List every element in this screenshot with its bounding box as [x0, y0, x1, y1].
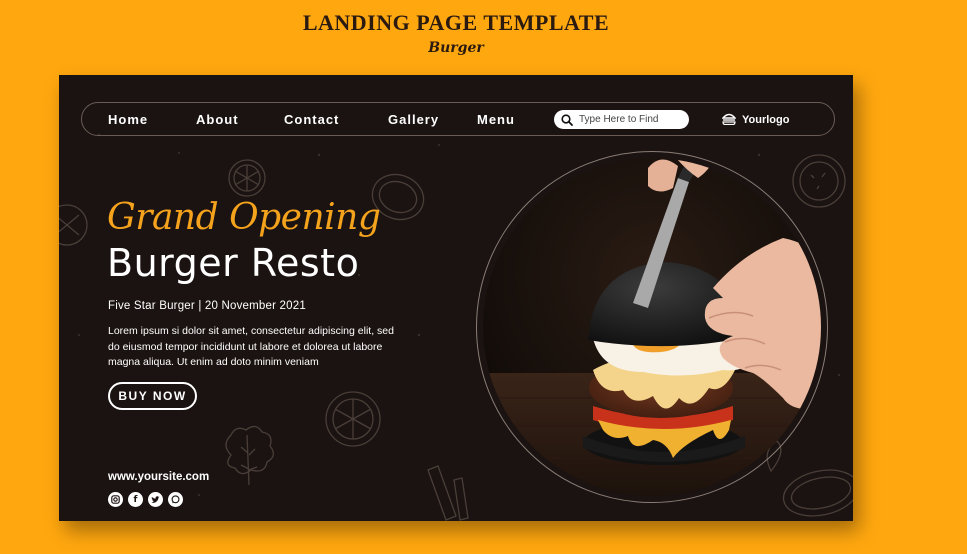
hero-description: Lorem ipsum si dolor sit amet, consectet…	[108, 325, 394, 368]
brand-logo[interactable]: Yourlogo	[721, 110, 790, 130]
website-url[interactable]: www.yoursite.com	[108, 471, 209, 483]
hero-main-title: Burger Resto	[107, 241, 360, 285]
burger-photo	[483, 158, 821, 496]
search-icon	[558, 110, 576, 129]
landing-page-mockup: Home About Contact Gallery Menu You	[59, 75, 853, 521]
nav-contact[interactable]: Contact	[284, 110, 339, 130]
instagram-icon[interactable]	[108, 492, 123, 507]
page-subtitle: Burger	[428, 40, 484, 56]
nav-home[interactable]: Home	[108, 110, 148, 130]
nav-menu[interactable]: Menu	[477, 110, 515, 130]
logo-text: Yourlogo	[742, 114, 790, 126]
twitter-icon[interactable]	[148, 492, 163, 507]
nav-gallery[interactable]: Gallery	[388, 110, 439, 130]
navbar: Home About Contact Gallery Menu You	[81, 102, 835, 136]
whatsapp-icon[interactable]	[168, 492, 183, 507]
buy-now-button[interactable]: BUY NOW	[108, 382, 197, 410]
burger-icon	[721, 113, 737, 128]
hero-meta: Five Star Burger | 20 November 2021	[108, 300, 306, 312]
search-bar[interactable]	[554, 110, 689, 129]
search-input[interactable]	[576, 111, 681, 128]
page-title: LANDING PAGE TEMPLATE	[302, 10, 610, 35]
facebook-icon[interactable]: f	[128, 492, 143, 507]
nav-about[interactable]: About	[196, 110, 239, 130]
hero-script-title: Grand Opening	[107, 197, 381, 238]
social-links: f	[108, 492, 183, 507]
